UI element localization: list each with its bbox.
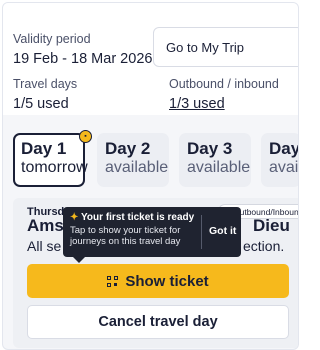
tooltip-title: ✦ Your first ticket is ready — [70, 212, 194, 223]
day-tab-3[interactable]: Day 3 available — [179, 133, 251, 187]
got-it-button[interactable]: Got it — [209, 225, 236, 237]
pass-summary-card: Validity period 19 Feb - 18 Mar 2026 Tra… — [3, 3, 298, 115]
outbound-value-link[interactable]: 1/3 used — [169, 96, 225, 112]
day-tab-1[interactable]: Day 1 tomorrow ▪ — [13, 130, 92, 187]
direction-badge-label: Outbound/Inbound — [233, 206, 299, 217]
day-tab-status: tomorrow — [21, 159, 88, 176]
day-tab-4[interactable]: Day 4 available — [261, 133, 299, 187]
route-to: Dieu — [253, 216, 290, 235]
travel-days-value: 1/5 used — [13, 96, 69, 112]
show-ticket-label: Show ticket — [125, 272, 209, 290]
show-ticket-button[interactable]: Show ticket — [27, 264, 289, 298]
route-note-end: ection. — [243, 238, 285, 254]
day-tab-title: Day 2 — [105, 139, 151, 158]
day-tab-status: available — [269, 159, 299, 176]
first-ticket-tooltip: ✦ Your first ticket is ready Tap to show… — [63, 207, 241, 263]
tooltip-title-text: Your first ticket is ready — [81, 212, 195, 223]
cancel-travel-day-button[interactable]: Cancel travel day — [27, 305, 289, 339]
validity-label: Validity period — [13, 32, 91, 46]
day-tab-title: Day 4 — [269, 139, 299, 158]
day-tab-2[interactable]: Day 2 available — [97, 133, 169, 187]
ticket-ready-icon: ▪ — [79, 130, 92, 143]
app-frame: Validity period 19 Feb - 18 Mar 2026 Tra… — [2, 2, 299, 350]
validity-value: 19 Feb - 18 Mar 2026 — [13, 51, 153, 67]
travel-day-tabs: Day 1 tomorrow ▪ Day 2 available Day 3 a… — [13, 130, 299, 191]
outbound-label: Outbound / inbound — [169, 77, 279, 91]
go-to-my-trip-button[interactable]: Go to My Trip — [153, 27, 298, 67]
tooltip-body: Tap to show your ticket for journeys on … — [70, 225, 181, 247]
travel-days-label: Travel days — [13, 77, 78, 91]
tooltip-divider — [201, 215, 202, 249]
day-tab-status: available — [187, 159, 251, 176]
day-tab-title: Day 3 — [187, 139, 233, 158]
qr-code-icon — [107, 275, 119, 287]
day-tab-title: Day 1 — [21, 139, 67, 158]
route-note-start: All se — [27, 238, 62, 254]
party-icon: ✦ — [70, 212, 79, 223]
day-tab-status: available — [105, 159, 169, 176]
